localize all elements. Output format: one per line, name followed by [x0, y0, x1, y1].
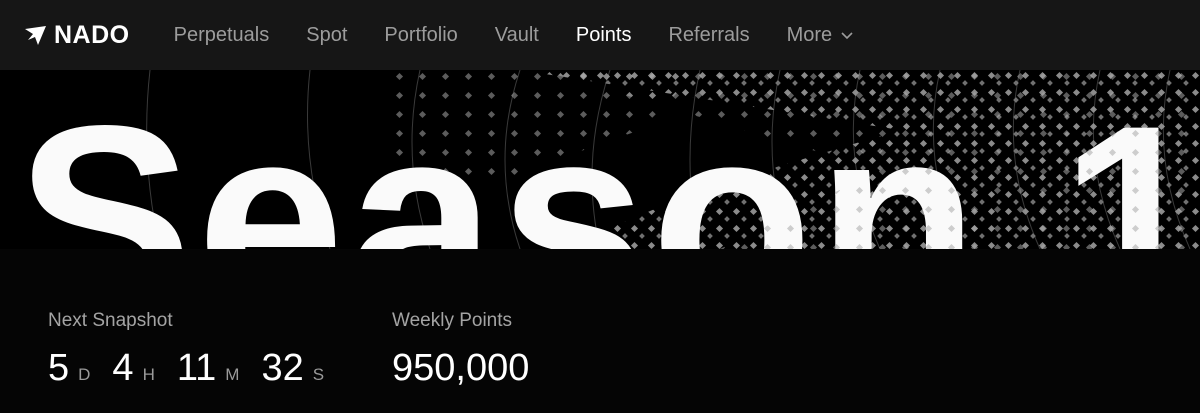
points-stats: Next Snapshot 5 D 4 H 11 M 32 S Weekly P…: [0, 249, 1200, 413]
nado-logo[interactable]: NADO: [24, 21, 130, 50]
nav-item-spot[interactable]: Spot: [306, 24, 347, 47]
nav-item-label: Perpetuals: [173, 23, 270, 46]
countdown-minutes: 11: [176, 347, 217, 389]
top-navigation: NADO Perpetuals Spot Portfolio Vault Poi…: [0, 0, 1200, 70]
logo-text: NADO: [54, 20, 130, 49]
snapshot-countdown: 5 D 4 H 11 M 32 S: [48, 347, 346, 390]
countdown-minutes-unit: M: [225, 365, 240, 384]
nav-item-label: Points: [575, 23, 632, 46]
countdown-seconds-unit: S: [312, 365, 325, 384]
chevron-down-icon: [841, 32, 853, 40]
weekly-points-label: Weekly Points: [392, 310, 513, 331]
season-banner: Season 1: [0, 70, 1200, 249]
countdown-days-unit: D: [78, 365, 91, 384]
nav-item-referrals[interactable]: Referrals: [668, 24, 749, 47]
nav-item-points[interactable]: Points: [576, 24, 632, 47]
countdown-hours-unit: H: [142, 365, 155, 384]
weekly-points-value: 950,000: [392, 347, 530, 389]
nav-item-label: Spot: [306, 23, 348, 46]
season-banner-graphic: Season 1: [16, 70, 1200, 249]
countdown-seconds: 32: [261, 347, 304, 389]
nado-logo-icon: [25, 26, 46, 45]
nav-item-portfolio[interactable]: Portfolio: [384, 24, 457, 47]
countdown-hours: 4: [112, 347, 134, 389]
nav-item-more[interactable]: More: [787, 24, 855, 47]
countdown-days: 5: [48, 347, 70, 389]
nav-item-vault[interactable]: Vault: [495, 24, 539, 47]
nav-item-label: Referrals: [668, 23, 750, 46]
nav-item-perpetuals[interactable]: Perpetuals: [174, 24, 270, 47]
nav-item-label: More: [786, 23, 833, 46]
nav-item-label: Portfolio: [384, 23, 458, 46]
nav-item-label: Vault: [494, 23, 539, 46]
next-snapshot-label: Next Snapshot: [48, 310, 173, 331]
